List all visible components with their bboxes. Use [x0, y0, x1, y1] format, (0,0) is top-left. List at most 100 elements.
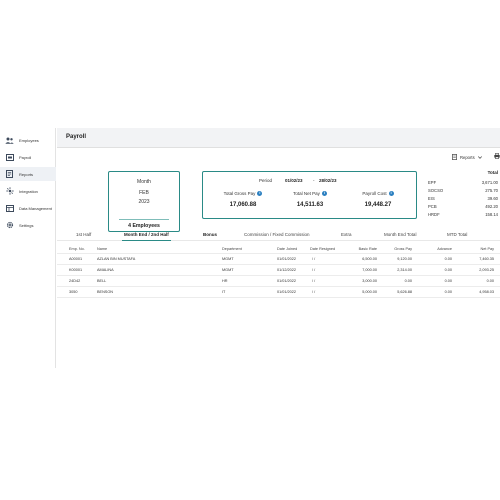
- month-label: Month: [137, 179, 151, 185]
- cell-date-resigned: / /: [312, 290, 316, 294]
- period-from: 01/02/23: [285, 178, 303, 183]
- divider: [119, 219, 169, 220]
- chevron-down-icon: [477, 155, 482, 160]
- sidebar-item-payroll[interactable]: Payroll: [0, 150, 56, 164]
- year-value: 2023: [138, 199, 150, 205]
- sidebar-item-integration[interactable]: Integration: [0, 184, 56, 198]
- sidebar-item-settings[interactable]: Settings: [0, 218, 56, 232]
- integration-icon: [5, 187, 14, 196]
- cell-advance: 0.00: [444, 279, 452, 283]
- total-gross-pay: Total Gross Pay i 17,060.88: [208, 191, 278, 208]
- cell-advance: 0.00: [444, 268, 452, 272]
- cell-emp-no: 24D42: [69, 279, 81, 283]
- payroll-icon: [5, 153, 14, 162]
- metric-label: Total Gross Pay: [223, 191, 256, 196]
- tab-mtd-total[interactable]: MTD Total: [447, 232, 467, 237]
- totals-key: EPF: [428, 180, 437, 185]
- totals-value: 492.20: [485, 204, 498, 209]
- cell-emp-no: K00001: [69, 268, 83, 272]
- payroll-summary-card: Period 01/02/23 - 28/02/23 Total Gross P…: [202, 171, 417, 219]
- tab-commission[interactable]: Commission / Fixed Commission: [244, 232, 310, 237]
- cell-name: BENSON: [97, 290, 114, 294]
- data-management-icon: [5, 204, 14, 213]
- metric-value: 17,060.88: [229, 202, 257, 208]
- cell-date-joined: 01/12/2022: [277, 268, 297, 272]
- totals-value: 3,671.00: [481, 180, 498, 185]
- sidebar-item-label: Payroll: [19, 154, 32, 160]
- cell-gross-pay: 2,314.00: [397, 268, 412, 272]
- tab-extra[interactable]: Extra: [341, 232, 352, 237]
- cell-date-joined: 01/01/2022: [277, 279, 297, 283]
- column-header[interactable]: Date Joined: [277, 247, 297, 251]
- cell-date-joined: 01/01/2022: [277, 257, 297, 261]
- totals-key: PCB: [428, 204, 437, 209]
- period-separator: -: [313, 178, 315, 183]
- tab-1st-half[interactable]: 1st Half: [76, 232, 91, 237]
- cell-gross-pay: 9,120.00: [397, 257, 412, 261]
- page-title: Payroll: [66, 134, 87, 140]
- column-header[interactable]: Name: [97, 247, 107, 251]
- report-icon: [5, 170, 14, 179]
- sidebar-item-label: Data Management: [19, 205, 52, 211]
- cell-gross-pay: 5,626.88: [397, 290, 412, 294]
- table-row[interactable]: K00001 AMALINA MGMT 01/12/2022 / / 7,000…: [57, 265, 500, 276]
- cell-basic-rate: 7,000.00: [362, 268, 377, 272]
- cell-department: MGMT: [222, 268, 234, 272]
- cell-basic-rate: 5,000.00: [362, 290, 377, 294]
- info-icon[interactable]: i: [321, 191, 327, 196]
- cell-name: AMALINA: [97, 268, 114, 272]
- sidebar-item-label: Employees: [19, 137, 39, 143]
- cell-advance: 0.00: [444, 290, 452, 294]
- print-icon[interactable]: [494, 153, 500, 161]
- column-header[interactable]: Advance: [422, 247, 452, 251]
- metric-value: 14,511.63: [296, 202, 324, 208]
- cell-department: HR: [222, 279, 228, 283]
- column-header[interactable]: Basic Rate: [347, 247, 377, 251]
- totals-key: HRDF: [428, 212, 440, 217]
- totals-key: EIS: [428, 196, 435, 201]
- cell-gross-pay: 0.00: [404, 279, 412, 283]
- sidebar-item-label: Reports: [19, 171, 34, 177]
- table-row[interactable]: 24D42 BELL HR 01/01/2022 / / 3,000.00 0.…: [57, 276, 500, 287]
- totals-value: 275.70: [485, 188, 498, 193]
- payroll-tabs: 1st Half Month End / 2nd Half Bonus Comm…: [57, 229, 500, 241]
- total-net-pay: Total Net Pay i 14,511.63: [275, 191, 345, 208]
- cell-name: AZLAN BIN MUSTAFA: [97, 257, 136, 261]
- column-header[interactable]: Department: [222, 247, 242, 251]
- period-to: 28/02/23: [319, 178, 337, 183]
- info-icon[interactable]: i: [388, 191, 394, 196]
- metric-value: 19,448.27: [364, 202, 392, 208]
- cell-department: MGMT: [222, 257, 234, 261]
- sidebar-item-data-management[interactable]: Data Management: [0, 201, 56, 215]
- cell-net-pay: 7,460.35: [479, 257, 494, 261]
- table-row[interactable]: A00001 AZLAN BIN MUSTAFA MGMT 01/01/2022…: [57, 254, 500, 265]
- tab-month-end-total[interactable]: Month End Total: [384, 232, 416, 237]
- people-icon: [5, 136, 14, 145]
- payroll-app: Employees Payroll Reports Integration Da…: [0, 128, 500, 368]
- info-icon[interactable]: i: [257, 191, 263, 196]
- sidebar-item-reports[interactable]: Reports: [0, 167, 56, 181]
- reports-dropdown-button[interactable]: Reports: [452, 153, 482, 161]
- period-label: Period: [259, 178, 273, 183]
- cell-net-pay: 4,958.03: [479, 290, 494, 294]
- sidebar-item-employees[interactable]: Employees: [0, 133, 56, 147]
- cell-date-resigned: / /: [312, 279, 316, 283]
- tab-month-end-2nd-half[interactable]: Month End / 2nd Half: [122, 232, 171, 241]
- month-value: FEB: [139, 190, 149, 196]
- cell-date-resigned: / /: [312, 268, 316, 272]
- column-header[interactable]: Emp. No.: [69, 247, 85, 251]
- totals-value: 158.14: [485, 212, 498, 217]
- totals-value: 39.60: [487, 196, 498, 201]
- cell-basic-rate: 3,000.00: [362, 279, 377, 283]
- page-header: Payroll: [57, 128, 500, 148]
- cell-net-pay: 2,093.25: [479, 268, 494, 272]
- cell-emp-no: A00001: [69, 257, 83, 261]
- sidebar-item-label: Settings: [19, 222, 34, 228]
- table-row[interactable]: 3050 BENSON IT 01/01/2022 / / 5,000.00 5…: [57, 287, 500, 298]
- table-header-row: Emp. No. Name Department Date Joined Dat…: [57, 244, 500, 254]
- column-header[interactable]: Date Resigned: [310, 247, 335, 251]
- column-header[interactable]: Gross Pay: [382, 247, 412, 251]
- tab-bonus[interactable]: Bonus: [203, 232, 217, 237]
- column-header[interactable]: Net Pay: [464, 247, 494, 251]
- metric-label: Payroll Cost: [362, 191, 387, 196]
